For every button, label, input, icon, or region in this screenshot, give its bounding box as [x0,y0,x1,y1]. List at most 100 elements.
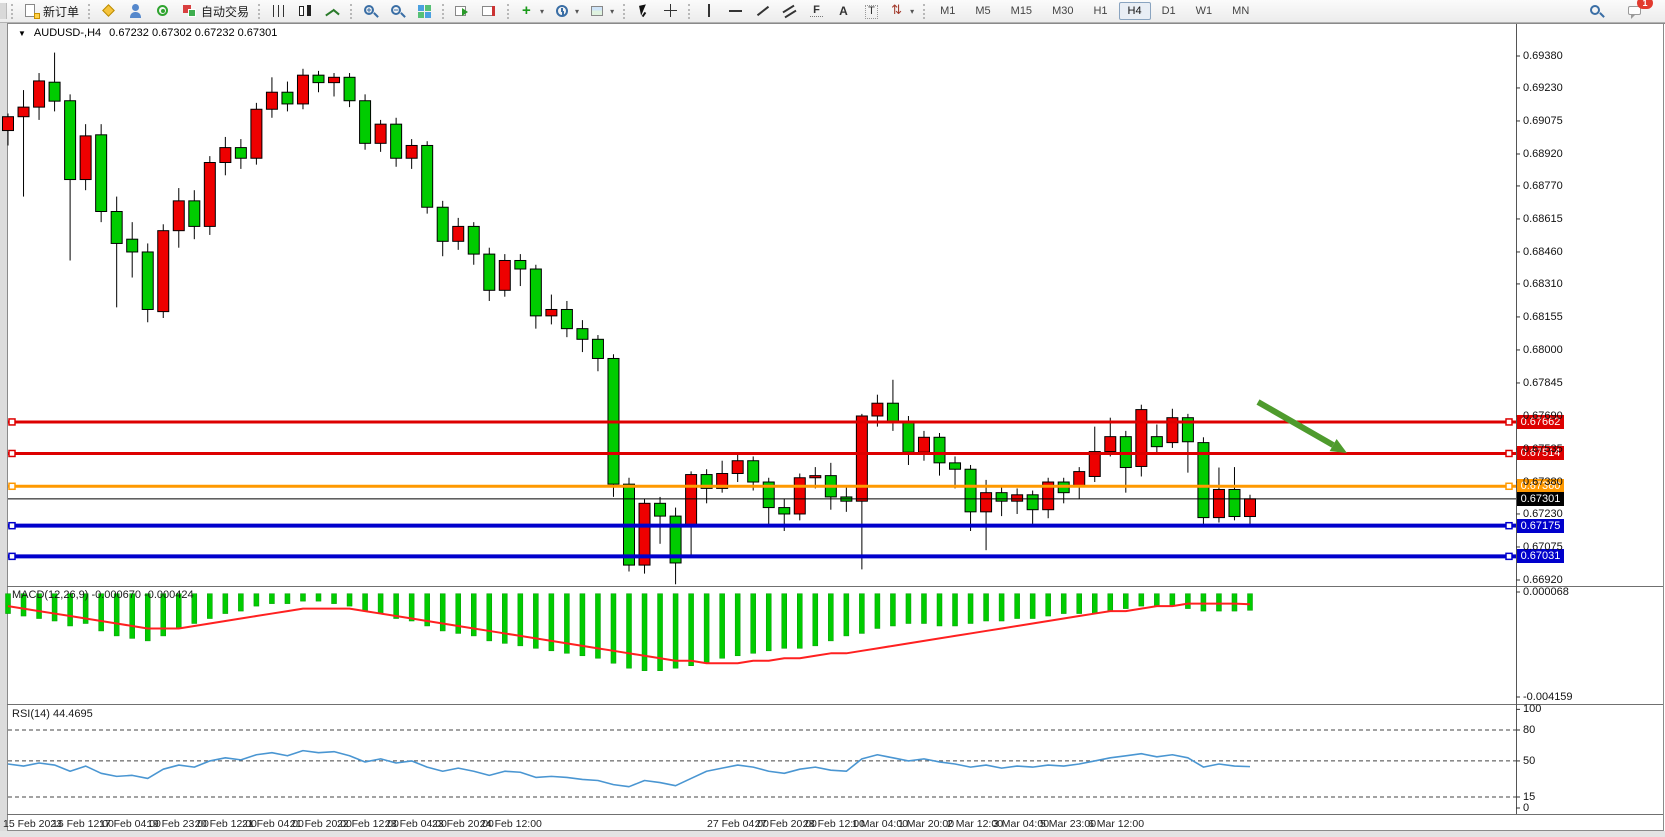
chart-dropdown-icon[interactable]: ▼ [18,29,26,38]
rsi-axis-label: 50 [1523,755,1535,767]
price-axis-label: 0.69075 [1523,115,1583,127]
macd-histogram-bar [6,594,11,614]
rsi-axis-label: 80 [1523,724,1535,736]
macd-histogram-bar [487,594,492,641]
macd-histogram-bar [828,594,833,641]
macd-histogram-bar [223,594,228,614]
macd-histogram-bar [409,594,414,621]
candle-body [965,469,976,512]
candle-body [204,163,215,227]
level-handle[interactable] [1506,450,1512,456]
chart-canvas [0,0,1665,837]
macd-histogram-bar [1216,594,1221,611]
macd-histogram-bar [1248,594,1253,611]
level-handle[interactable] [9,450,15,456]
macd-histogram-bar [285,594,290,604]
macd-histogram-bar [1232,594,1237,611]
macd-histogram-bar [1030,594,1035,619]
candle-body [981,493,992,512]
candle-body [158,231,169,312]
macd-histogram-bar [549,594,554,651]
macd-histogram-bar [689,594,694,666]
candle-body [313,75,324,82]
candle-body [18,107,29,117]
time-axis-label: 24 Feb 12:00 [480,818,542,830]
level-handle[interactable] [9,523,15,529]
candle-body [1213,489,1224,517]
candle-body [592,339,603,358]
price-axis-label: 0.69230 [1523,82,1583,94]
macd-histogram-bar [673,594,678,669]
candle-body [1074,472,1085,487]
candle-body [391,124,402,158]
candle-body [251,109,262,158]
candle-body [732,461,743,474]
candle-body [1151,437,1162,447]
macd-axis-label: 0.000068 [1523,586,1569,598]
macd-histogram-bar [456,594,461,634]
macd-histogram-bar [1061,594,1066,614]
macd-histogram-bar [1201,594,1206,611]
candle-body [189,201,200,227]
candle-body [856,416,867,501]
candle-body [887,403,898,422]
macd-histogram-bar [518,594,523,646]
level-handle[interactable] [1506,483,1512,489]
time-axis-label: 6 Mar 12:00 [1088,818,1144,830]
level-handle[interactable] [9,419,15,425]
price-axis-label: 0.67535 [1523,443,1583,455]
macd-histogram-bar [316,594,321,601]
candle-body [561,309,572,328]
candle-body [1012,495,1023,501]
macd-histogram-bar [890,594,895,626]
macd-histogram-bar [269,594,274,604]
chart-title: ▼ AUDUSD-,H4 0.67232 0.67302 0.67232 0.6… [18,27,277,39]
macd-histogram-bar [1015,594,1020,619]
macd-histogram-bar [1154,594,1159,606]
macd-axis-label: -0.004159 [1523,691,1573,703]
candle-body [903,422,914,452]
candle-body [453,226,464,241]
candle-body [142,252,153,310]
level-handle[interactable] [1506,419,1512,425]
macd-histogram-bar [875,594,880,629]
rsi-line [8,751,1250,787]
level-handle[interactable] [1506,553,1512,559]
level-handle[interactable] [1506,523,1512,529]
candle-body [546,309,557,315]
price-axis-label: 0.67230 [1523,508,1583,520]
macd-histogram-bar [332,594,337,604]
candle-body [266,92,277,109]
candle-body [173,201,184,231]
macd-indicator-label: MACD(12,26,9) -0.000670 -0.000424 [12,589,194,601]
macd-histogram-bar [363,594,368,611]
candle-body [80,136,91,180]
candle-body [530,269,541,316]
macd-histogram-bar [813,594,818,646]
candle-body [655,503,666,516]
candle-body [686,475,697,527]
level-handle[interactable] [9,553,15,559]
macd-histogram-bar [984,594,989,621]
price-axis-label: 0.68310 [1523,278,1583,290]
candle-body [810,476,821,478]
price-axis-label: 0.67380 [1523,476,1583,488]
candle-body [779,508,790,514]
trend-arrow-annotation[interactable] [1258,402,1333,445]
candle-body [3,117,14,131]
macd-histogram-bar [906,594,911,624]
candle-body [437,207,448,241]
level-handle[interactable] [9,483,15,489]
macd-histogram-bar [1046,594,1051,616]
candle-body [1027,495,1038,510]
candle-body [872,403,883,416]
candle-body [950,463,961,469]
candle-body [1089,452,1100,477]
macd-histogram-bar [720,594,725,659]
candle-body [515,260,526,269]
candle-body [96,135,107,212]
candle-body [375,124,386,143]
candle-body [499,260,510,290]
candle-body [918,437,929,452]
price-axis-label: 0.68770 [1523,180,1583,192]
